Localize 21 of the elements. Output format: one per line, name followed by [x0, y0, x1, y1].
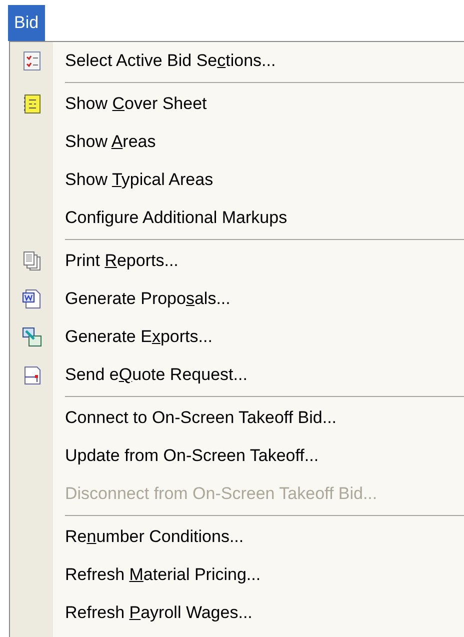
- menu-item[interactable]: Configure Additional Markups: [53, 199, 464, 237]
- menu-bar-item[interactable]: Bid: [8, 5, 45, 41]
- notepad-icon: [22, 94, 42, 114]
- menu-item[interactable]: Refresh Payroll Wages...: [53, 594, 464, 632]
- menu-item[interactable]: Connect to On-Screen Takeoff Bid...: [53, 399, 464, 437]
- pages-icon: [22, 251, 42, 271]
- menu-item[interactable]: Generate Exports...: [53, 318, 464, 356]
- menu-item[interactable]: Show Typical Areas: [53, 161, 464, 199]
- export-icon: [22, 327, 42, 347]
- menu-item[interactable]: Show Cover Sheet: [53, 85, 464, 123]
- menu-item[interactable]: Select Active Bid Sections...: [53, 42, 464, 80]
- menu-item[interactable]: Send eQuote Request...: [53, 356, 464, 394]
- menu-item[interactable]: Generate Proposals...: [53, 280, 464, 318]
- menu-item[interactable]: Update from On-Screen Takeoff...: [53, 437, 464, 475]
- menu-item[interactable]: Refresh Material Pricing...: [53, 556, 464, 594]
- document-icon: [22, 289, 42, 309]
- menu-item[interactable]: Show Areas: [53, 123, 464, 161]
- menu-item[interactable]: Print Reports...: [53, 242, 464, 280]
- menu-item[interactable]: Renumber Conditions...: [53, 518, 464, 556]
- page-icon: [22, 365, 42, 385]
- checklist-icon: [22, 51, 42, 71]
